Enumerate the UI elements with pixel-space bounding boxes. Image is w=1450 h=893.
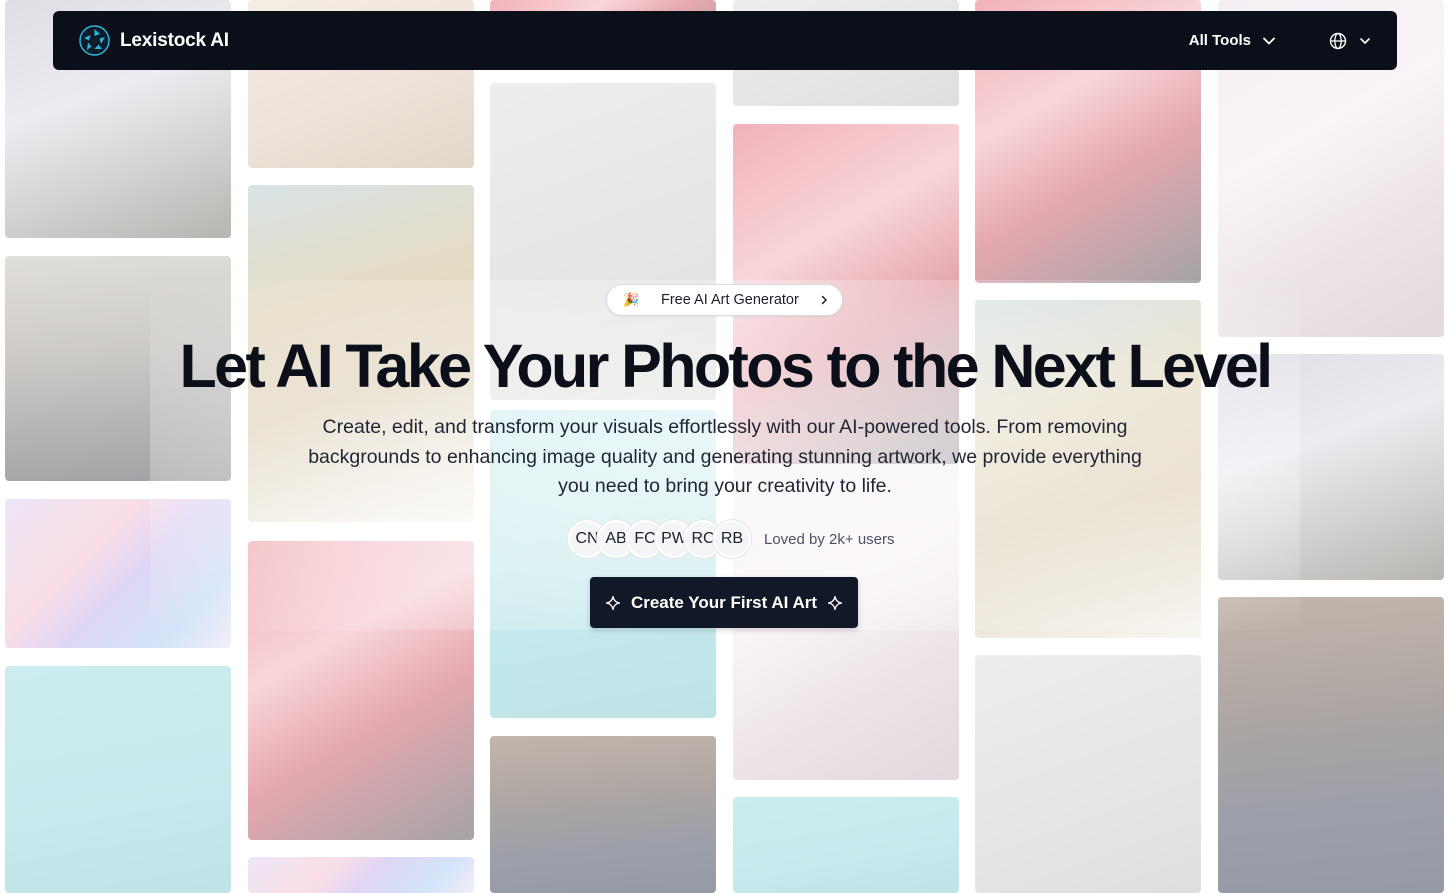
aperture-logo-icon	[79, 25, 110, 56]
chevron-down-icon	[1263, 37, 1275, 44]
brand-logo[interactable]: Lexistock AI	[79, 25, 229, 56]
language-selector[interactable]	[1329, 32, 1371, 50]
loved-by-text: Loved by 2k+ users	[764, 530, 895, 548]
chevron-right-icon	[821, 295, 827, 305]
party-popper-icon: 🎉	[623, 292, 640, 307]
brand-name: Lexistock AI	[120, 29, 229, 51]
avatar: RB	[713, 520, 751, 558]
top-navbar: Lexistock AI All Tools	[53, 11, 1397, 70]
sparkle-icon	[827, 595, 843, 610]
all-tools-dropdown[interactable]: All Tools	[1189, 32, 1277, 49]
all-tools-label: All Tools	[1188, 32, 1251, 49]
social-proof: CN AB FC PW RC RB Loved by 2k+ users	[568, 519, 895, 559]
hero-subtitle: Create, edit, and transform your visuals…	[308, 416, 1142, 497]
free-ai-art-badge[interactable]: 🎉 Free AI Art Generator	[606, 284, 843, 316]
create-first-ai-art-button[interactable]: Create Your First AI Art	[590, 577, 858, 628]
chevron-down-icon	[1360, 37, 1370, 44]
sparkle-icon	[605, 595, 621, 610]
cta-label: Create Your First AI Art	[630, 592, 818, 612]
hero-section: 🎉 Free AI Art Generator Let AI Take Your…	[0, 0, 1450, 893]
nav-actions: All Tools	[1189, 32, 1371, 50]
globe-icon	[1329, 32, 1347, 49]
hero-headline: Let AI Take Your Photos to the Next Leve…	[179, 332, 1273, 400]
badge-label: Free AI Art Generator	[661, 292, 799, 308]
user-avatars: CN AB FC PW RC RB	[568, 520, 751, 558]
